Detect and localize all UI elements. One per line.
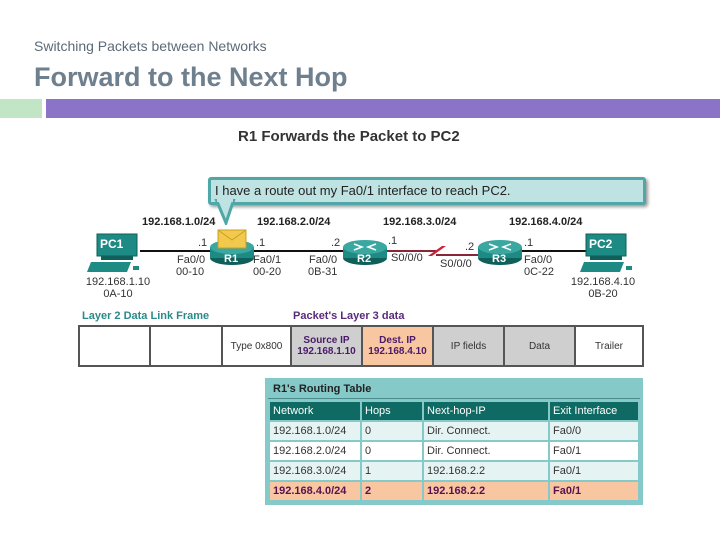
col-next-hop: Next-hop-IP: [424, 402, 548, 420]
r3-fa00-name: Fa0/0: [524, 254, 553, 266]
frame-dest-mac-cell: [80, 327, 151, 365]
r3-label: R3: [492, 253, 507, 265]
r2-label: R2: [357, 253, 372, 265]
pc2-label: PC2: [589, 237, 613, 251]
routing-table: R1's Routing Table Network Hops Next-hop…: [265, 378, 643, 505]
link-r1-r2: [252, 250, 344, 252]
col-network: Network: [270, 402, 360, 420]
table-row: 192.168.1.0/24 0 Dir. Connect. Fa0/0: [270, 422, 638, 440]
diagram-title: R1 Forwards the Packet to PC2: [238, 128, 460, 145]
table-row: 192.168.3.0/24 1 192.168.2.2 Fa0/1: [270, 462, 638, 480]
frame-data-cell: Data: [505, 327, 576, 365]
cell-hops: 0: [362, 422, 422, 440]
cell-exit-interface: Fa0/1: [550, 482, 638, 500]
cell-next-hop: 192.168.2.2: [424, 482, 548, 500]
network-label-4: 192.168.4.0/24: [509, 216, 583, 228]
accent-bar-purple: [46, 99, 720, 118]
cell-exit-interface: Fa0/0: [550, 422, 638, 440]
cell-network: 192.168.3.0/24: [270, 462, 360, 480]
pc1-mac: 0A-10: [103, 288, 133, 300]
frame-trailer-cell: Trailer: [595, 340, 623, 352]
packet-frame: Type 0x800 Source IP 192.168.1.10 Dest. …: [78, 325, 644, 367]
r1-label: R1: [224, 253, 239, 265]
cell-hops: 0: [362, 442, 422, 460]
source-ip-value: 192.168.1.10: [297, 346, 356, 357]
pc2-ip: 192.168.4.10: [570, 276, 636, 288]
serial-zigzag-icon: [428, 246, 446, 256]
dest-ip-heading: Dest. IP: [379, 335, 416, 346]
r1-fa00-host: .1: [198, 237, 208, 249]
r2-fa00-name: Fa0/0: [309, 254, 338, 266]
r3-fa00-host: .1: [524, 237, 534, 249]
cell-next-hop: Dir. Connect.: [424, 442, 548, 460]
table-row: 192.168.2.0/24 0 Dir. Connect. Fa0/1: [270, 442, 638, 460]
routing-table-title: R1's Routing Table: [268, 380, 640, 399]
source-ip-heading: Source IP: [303, 335, 350, 346]
layer3-data-label: Packet's Layer 3 data: [293, 310, 405, 322]
frame-source-ip-cell: Source IP 192.168.1.10: [292, 327, 363, 365]
r1-fa01-name: Fa0/1: [253, 254, 282, 266]
r1-fa00-mac: 00-10: [176, 266, 205, 278]
cell-exit-interface: Fa0/1: [550, 462, 638, 480]
accent-bar-green: [0, 99, 42, 118]
callout-bubble: I have a route out my Fa0/1 interface to…: [208, 177, 646, 205]
slide-title: Forward to the Next Hop: [34, 62, 348, 92]
frame-dest-ip-cell: Dest. IP 192.168.4.10: [363, 327, 434, 365]
r3-s000-host: .2: [465, 241, 475, 253]
r1-fa01-mac: 00-20: [253, 266, 282, 278]
network-label-2: 192.168.2.0/24: [257, 216, 331, 228]
r1-fa00-name: Fa0/0: [177, 254, 206, 266]
table-row-highlighted: 192.168.4.0/24 2 192.168.2.2 Fa0/1: [270, 482, 638, 500]
cell-hops: 1: [362, 462, 422, 480]
r2-fa00-mac: 0B-31: [308, 266, 338, 278]
pc2-mac: 0B-20: [588, 288, 618, 300]
link-pc1-r1: [140, 250, 210, 252]
pc1-label: PC1: [100, 237, 124, 251]
col-exit-interface: Exit Interface: [550, 402, 638, 420]
link-r3-pc2: [522, 250, 588, 252]
slide-subtitle: Switching Packets between Networks: [34, 38, 267, 54]
cell-exit-interface: Fa0/1: [550, 442, 638, 460]
frame-type-cell: Type 0x800: [223, 327, 292, 365]
cell-next-hop: Dir. Connect.: [424, 422, 548, 440]
cell-network: 192.168.1.0/24: [270, 422, 360, 440]
r2-s000-name: S0/0/0: [391, 252, 423, 264]
r2-fa00-host: .2: [331, 237, 341, 249]
layer2-frame-label: Layer 2 Data Link Frame: [82, 310, 210, 322]
frame-src-mac-cell: [151, 327, 223, 365]
network-label-3: 192.168.3.0/24: [383, 216, 457, 228]
routing-table-grid: Network Hops Next-hop-IP Exit Interface …: [268, 400, 640, 502]
callout-pointer: [214, 199, 236, 225]
cell-network: 192.168.4.0/24: [270, 482, 360, 500]
routing-table-header-row: Network Hops Next-hop-IP Exit Interface: [270, 402, 638, 420]
r3-s000-name: S0/0/0: [440, 258, 472, 270]
pc1-ip: 192.168.1.10: [85, 276, 151, 288]
r3-fa00-mac: 0C-22: [524, 266, 554, 278]
col-hops: Hops: [362, 402, 422, 420]
dest-ip-value: 192.168.4.10: [368, 346, 427, 357]
cell-hops: 2: [362, 482, 422, 500]
envelope-icon: [217, 229, 247, 249]
frame-ip-fields-cell: IP fields: [434, 327, 505, 365]
r1-fa01-host: .1: [256, 237, 266, 249]
r2-s000-host: .1: [388, 235, 398, 247]
cell-network: 192.168.2.0/24: [270, 442, 360, 460]
network-label-1: 192.168.1.0/24: [142, 216, 216, 228]
cell-next-hop: 192.168.2.2: [424, 462, 548, 480]
